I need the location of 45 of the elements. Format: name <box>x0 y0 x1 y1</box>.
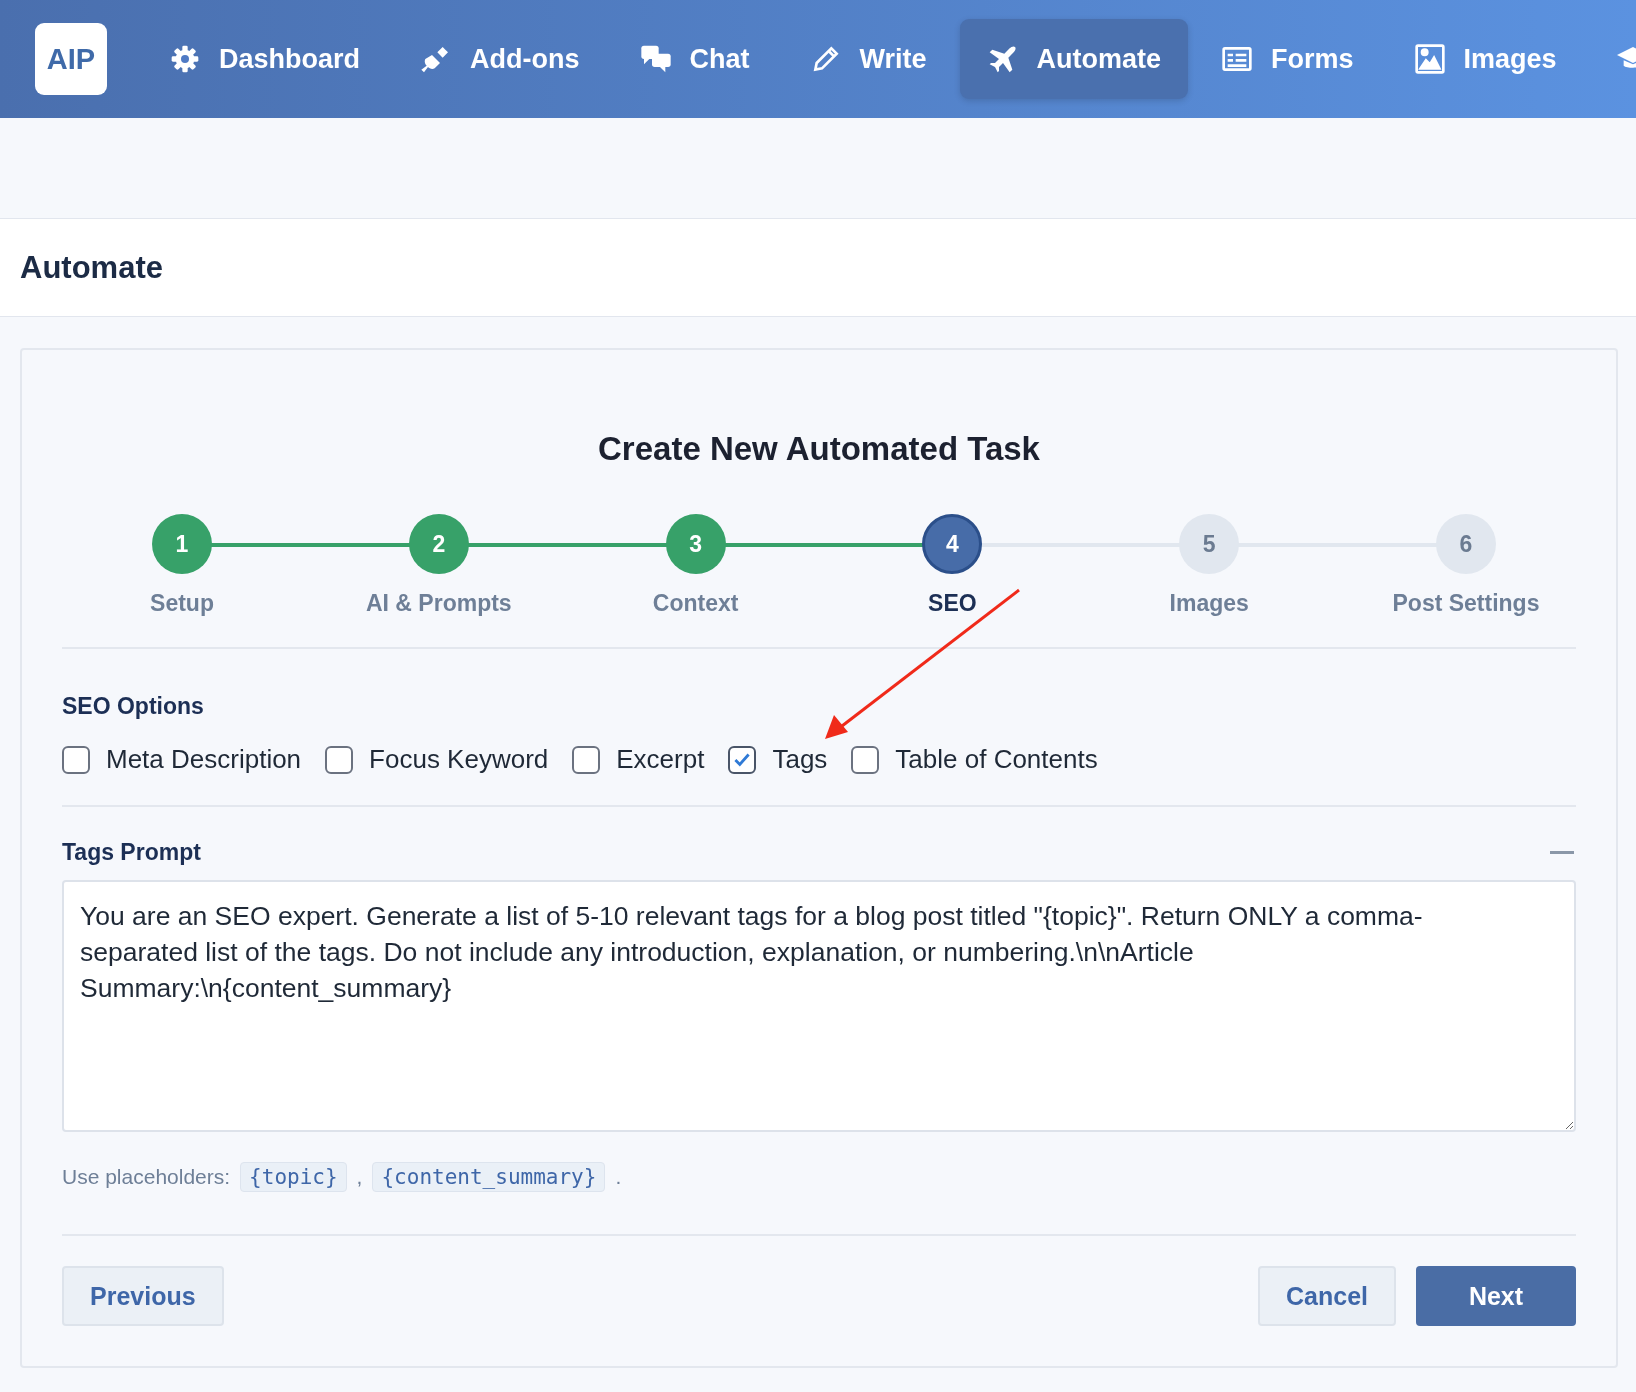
separator-text: . <box>615 1165 622 1189</box>
step-label: Images <box>1169 590 1249 617</box>
section-heading: Tags Prompt <box>62 839 201 866</box>
step-label: SEO <box>928 590 977 617</box>
separator-text: , <box>356 1165 363 1189</box>
wizard-title: Create New Automated Task <box>597 430 1041 468</box>
checkbox[interactable] <box>62 745 90 774</box>
checkbox[interactable] <box>572 745 601 774</box>
logo[interactable]: AIP <box>35 23 107 95</box>
checkbox[interactable] <box>325 745 354 774</box>
nav-tab[interactable]: Add-ons <box>393 19 607 99</box>
checkbox-label: Table of Contents <box>895 744 1098 775</box>
step-number[interactable]: 4 <box>922 514 983 574</box>
nav-tab[interactable]: Automate <box>959 19 1189 99</box>
page-title: Automate <box>20 249 163 286</box>
section-heading: SEO Options <box>62 693 205 720</box>
step-number[interactable]: 6 <box>1436 514 1496 574</box>
checkbox-label: Meta Description <box>106 744 302 775</box>
nav-tab[interactable]: Images <box>1386 19 1584 99</box>
step-number[interactable]: 1 <box>152 514 212 574</box>
checkbox-label: Tags <box>772 744 828 775</box>
checkbox-label: Excerpt <box>616 744 705 775</box>
placeholder-code: {content_summary} <box>372 1162 606 1192</box>
step-label: Post Settings <box>1392 590 1540 617</box>
placeholder-code: {topic} <box>240 1162 347 1192</box>
nav-tab[interactable]: Dashboard <box>142 19 388 99</box>
step-number[interactable]: 2 <box>408 514 469 574</box>
checkbox[interactable] <box>728 745 757 774</box>
cancel-button[interactable]: Cancel <box>1258 1266 1396 1326</box>
settings-icon <box>169 43 201 75</box>
step-number[interactable]: 3 <box>665 514 726 574</box>
checkbox-label: Focus Keyword <box>369 744 549 775</box>
previous-button[interactable]: Previous <box>62 1266 224 1326</box>
step-label: Context <box>652 590 739 617</box>
image-icon <box>1413 43 1446 75</box>
next-button[interactable]: Next <box>1416 1266 1576 1326</box>
step-number[interactable]: 5 <box>1179 514 1240 574</box>
step-label: AI & Prompts <box>365 590 512 617</box>
prompt-textarea[interactable]: You are an SEO expert. Generate a list of 5-10 relevant tags for a blog post titled "{topic}". Return ONLY a comma-separated list of the tags. Do not include any introduction, explanation, or numbering.\n\nArticle Summary:\n{content_summary} <box>62 880 1576 1132</box>
nav-tab[interactable]: Forms <box>1194 19 1381 99</box>
hint-label: Use placeholders: <box>62 1165 231 1189</box>
checkbox[interactable] <box>851 745 880 774</box>
step-label: Setup <box>150 590 214 617</box>
nav-tab[interactable]: Chat <box>612 19 777 99</box>
nav-tab[interactable]: Write <box>782 19 954 99</box>
